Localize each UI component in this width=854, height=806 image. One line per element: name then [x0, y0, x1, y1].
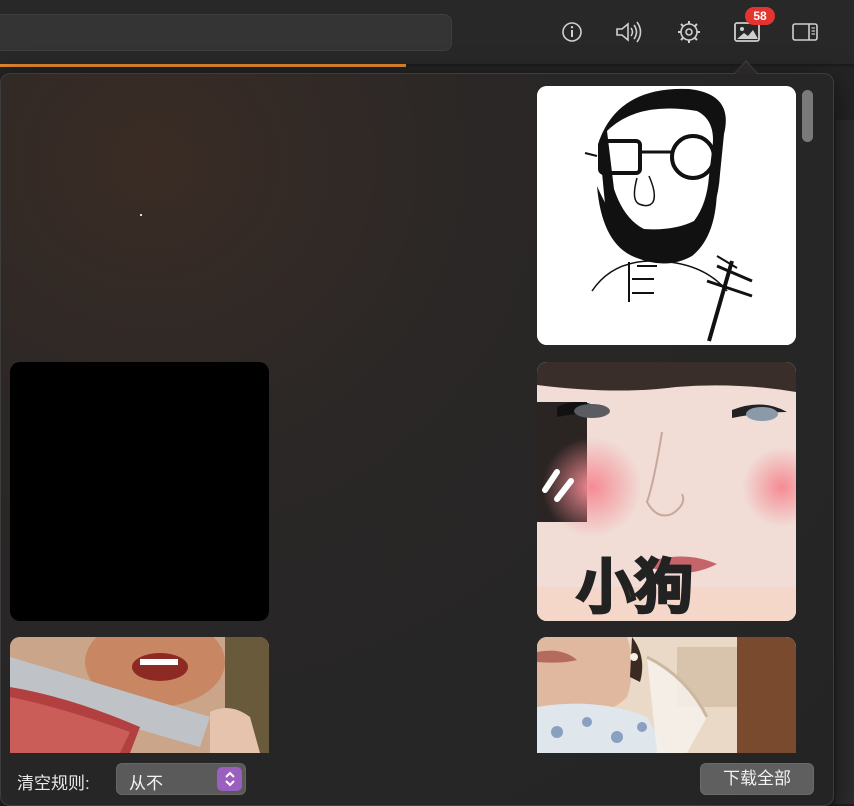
- download-all-button[interactable]: 下载全部: [700, 763, 814, 795]
- sidebar-icon[interactable]: [790, 17, 820, 47]
- stray-pixel: [140, 214, 142, 216]
- gallery-thumb-black-frame[interactable]: [10, 362, 269, 621]
- settings-icon[interactable]: [674, 17, 704, 47]
- sketch-portrait-image: [537, 86, 796, 345]
- gallery-thumb-face-closeup[interactable]: 小狗: [537, 362, 796, 621]
- clear-rule-select[interactable]: 从不: [116, 763, 246, 795]
- popover-arrow-inner: [735, 62, 757, 74]
- address-bar[interactable]: [0, 14, 452, 51]
- page-scroll-strip: [836, 120, 854, 804]
- clear-rule-value: 从不: [129, 774, 163, 793]
- gallery-thumb-woman-portrait[interactable]: [537, 637, 796, 753]
- meat-cutting-image: [10, 637, 269, 753]
- info-icon[interactable]: [557, 17, 587, 47]
- clear-rule-label: 清空规则:: [17, 774, 90, 793]
- gallery-thumb-sketch-portrait[interactable]: [537, 86, 796, 345]
- speaker-icon[interactable]: [614, 17, 644, 47]
- up-down-chevron-icon: [217, 767, 242, 791]
- image-count-badge: 58: [745, 7, 775, 25]
- gallery-scrollbar[interactable]: [802, 90, 813, 142]
- gallery-thumb-meat-cutting[interactable]: [10, 637, 269, 753]
- thumb-caption: 小狗: [575, 553, 694, 621]
- browser-toolbar: 58: [0, 0, 854, 65]
- woman-portrait-image: [537, 637, 796, 753]
